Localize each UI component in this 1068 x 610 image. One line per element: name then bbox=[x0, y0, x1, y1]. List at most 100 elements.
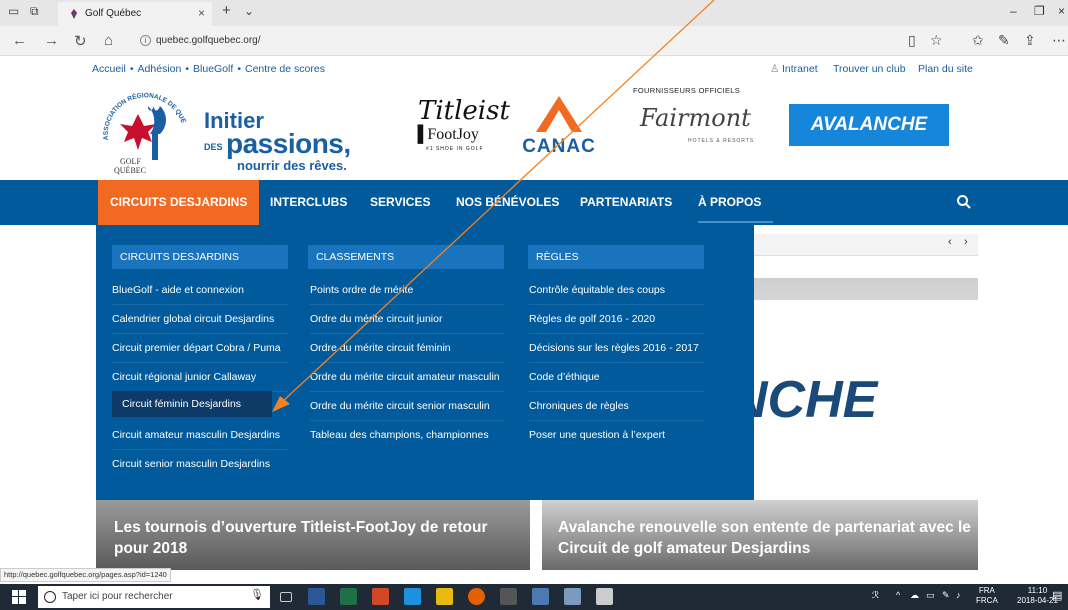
tagline-des: DES bbox=[204, 142, 223, 152]
menu-item[interactable]: Circuit premier départ Cobra / Puma bbox=[112, 334, 288, 363]
calculator-icon[interactable] bbox=[596, 588, 613, 605]
tab-actions-icon[interactable]: ▭ bbox=[8, 4, 19, 18]
excel-icon[interactable] bbox=[340, 588, 357, 605]
menu-heading-circuits[interactable]: CIRCUITS DESJARDINS bbox=[112, 245, 288, 269]
back-icon[interactable]: ← bbox=[12, 32, 27, 49]
volume-icon[interactable]: ♪ bbox=[956, 590, 961, 600]
top-link-centre-scores[interactable]: Centre de scores bbox=[245, 63, 325, 75]
task-view-icon[interactable] bbox=[280, 592, 292, 602]
nav-partenariats[interactable]: PARTENARIATS bbox=[580, 180, 672, 225]
menu-item[interactable]: Règles de golf 2016 - 2020 bbox=[529, 305, 704, 334]
nav-underline bbox=[698, 221, 773, 223]
sponsor-fairmont[interactable]: Fairmont bbox=[640, 104, 751, 132]
svg-text:GOLF: GOLF bbox=[120, 157, 141, 166]
nav-circuits-desjardins[interactable]: CIRCUITS DESJARDINS bbox=[98, 180, 260, 225]
taskbar-search-placeholder: Taper ici pour rechercher bbox=[62, 591, 173, 602]
menu-item[interactable]: Poser une question à l’expert bbox=[529, 421, 704, 450]
svg-text:QUÉBEC: QUÉBEC bbox=[114, 165, 146, 175]
action-center-icon[interactable]: ▤ bbox=[1052, 589, 1062, 602]
golf-quebec-logo[interactable]: ASSOCIATION RÉGIONALE DE QUÉBEC GOLF QUÉ… bbox=[96, 79, 192, 176]
word-icon[interactable] bbox=[308, 588, 325, 605]
menu-heading-regles[interactable]: RÈGLES bbox=[528, 245, 704, 269]
sponsor-footjoy[interactable]: ▐ FootJoy bbox=[412, 126, 479, 144]
link-plan-site[interactable]: Plan du site bbox=[918, 63, 973, 75]
tab-list-chevron-icon[interactable]: ⌄ bbox=[244, 4, 254, 18]
sponsor-canac[interactable]: CANAC bbox=[512, 94, 606, 156]
windows-start-icon[interactable] bbox=[12, 590, 26, 604]
menu-heading-classements[interactable]: CLASSEMENTS bbox=[308, 245, 504, 269]
nav-a-propos[interactable]: À PROPOS bbox=[698, 180, 761, 225]
menu-item[interactable]: Décisions sur les règles 2016 - 2017 bbox=[529, 334, 704, 363]
tab-title: Golf Québec bbox=[85, 8, 142, 19]
url-text: quebec.golfquebec.org/ bbox=[156, 35, 261, 46]
footjoy-text: FootJoy bbox=[427, 126, 479, 143]
file-explorer-icon[interactable] bbox=[436, 588, 453, 605]
new-tab-icon[interactable]: + bbox=[222, 2, 231, 19]
menu-item[interactable]: Contrôle équitable des coups bbox=[529, 276, 704, 305]
favorite-star-icon[interactable]: ☆ bbox=[930, 32, 943, 49]
favorites-hub-icon[interactable]: ✩ bbox=[972, 32, 984, 49]
top-link-adhesion[interactable]: Adhésion bbox=[138, 63, 182, 75]
firefox-icon[interactable] bbox=[468, 588, 485, 605]
menu-item[interactable]: Circuit régional junior Callaway bbox=[112, 363, 288, 392]
close-window-icon[interactable]: × bbox=[1058, 4, 1065, 18]
home-icon[interactable]: ⌂ bbox=[104, 32, 113, 49]
app-icon[interactable] bbox=[532, 588, 549, 605]
edge-icon[interactable] bbox=[404, 588, 421, 605]
app-icon-2[interactable] bbox=[564, 588, 581, 605]
share-icon[interactable]: ⇪ bbox=[1024, 32, 1036, 49]
forward-icon[interactable]: → bbox=[44, 32, 59, 49]
link-intranet[interactable]: Intranet bbox=[782, 63, 818, 75]
restore-icon[interactable]: ❐ bbox=[1034, 4, 1045, 18]
url-field[interactable]: i quebec.golfquebec.org/ bbox=[138, 32, 898, 50]
powerpoint-icon[interactable] bbox=[372, 588, 389, 605]
pen-icon[interactable]: ✎ bbox=[942, 590, 950, 601]
link-trouver-club[interactable]: Trouver un club bbox=[833, 63, 906, 75]
carousel-bar bbox=[754, 234, 978, 256]
menu-item[interactable]: Circuit amateur masculin Desjardins bbox=[112, 421, 288, 450]
nav-interclubs[interactable]: INTERCLUBS bbox=[270, 180, 347, 225]
people-icon[interactable]: ℛ bbox=[872, 590, 879, 601]
news-title-2[interactable]: Avalanche renouvelle son entente de part… bbox=[558, 517, 973, 559]
taskbar-search-input[interactable]: Taper ici pour rechercher bbox=[38, 586, 270, 608]
sponsor-titleist[interactable]: Titleist bbox=[418, 96, 510, 126]
sponsor-avalanche[interactable]: AVALANCHE bbox=[789, 104, 949, 146]
menu-item[interactable]: Code d’éthique bbox=[529, 363, 704, 392]
menu-item[interactable]: BlueGolf - aide et connexion bbox=[112, 276, 288, 305]
menu-item[interactable]: Calendrier global circuit Desjardins bbox=[112, 305, 288, 334]
browser-tab[interactable]: Golf Québec × bbox=[58, 2, 212, 26]
menu-item[interactable]: Circuit senior masculin Desjardins bbox=[112, 450, 288, 479]
tab-close-icon[interactable]: × bbox=[198, 6, 205, 20]
tray-chevron-icon[interactable]: ^ bbox=[896, 590, 900, 600]
carousel-next-icon[interactable]: › bbox=[964, 236, 968, 248]
carousel-prev-icon[interactable]: ‹ bbox=[948, 236, 952, 248]
tab-preview-icon[interactable]: ⧉ bbox=[30, 4, 39, 19]
top-link-accueil[interactable]: Accueil bbox=[92, 63, 126, 75]
menu-item[interactable]: Tableau des champions, championnes bbox=[310, 421, 504, 450]
menu-item[interactable]: Ordre du mérite circuit junior bbox=[310, 305, 504, 334]
nav-nos-benevoles[interactable]: NOS BÉNÉVOLES bbox=[456, 180, 559, 225]
search-icon[interactable] bbox=[956, 194, 972, 210]
refresh-icon[interactable]: ↻ bbox=[74, 32, 87, 50]
reading-view-icon[interactable]: ▯ bbox=[908, 32, 916, 49]
menu-item[interactable]: Ordre du mérite circuit senior masculin bbox=[310, 392, 504, 421]
network-icon[interactable]: ▭ bbox=[926, 590, 935, 601]
news-title-1[interactable]: Les tournois d’ouverture Titleist-FootJo… bbox=[114, 517, 524, 559]
language-indicator[interactable]: FRA FRCA bbox=[976, 586, 998, 606]
menu-item[interactable]: Ordre du mérite circuit féminin bbox=[310, 334, 504, 363]
mail-icon[interactable] bbox=[500, 588, 517, 605]
menu-item[interactable]: Ordre du mérite circuit amateur masculin bbox=[310, 363, 504, 392]
microphone-icon[interactable]: 🎙 bbox=[250, 588, 267, 605]
menu-item-highlighted[interactable]: Circuit féminin Desjardins bbox=[112, 391, 272, 417]
browser-titlebar: ▭ ⧉ Golf Québec × + ⌄ – ❐ × bbox=[0, 0, 1068, 26]
menu-item[interactable]: Chroniques de règles bbox=[529, 392, 704, 421]
top-link-bluegolf[interactable]: BlueGolf bbox=[193, 63, 233, 75]
more-icon[interactable]: ⋯ bbox=[1052, 32, 1066, 49]
site-info-icon[interactable]: i bbox=[140, 35, 151, 46]
minimize-icon[interactable]: – bbox=[1010, 4, 1017, 18]
onedrive-icon[interactable]: ☁ bbox=[910, 590, 919, 601]
menu-item[interactable]: Points ordre de mérite bbox=[310, 276, 504, 305]
web-note-icon[interactable]: ✎ bbox=[998, 32, 1010, 49]
main-nav: CIRCUITS DESJARDINS INTERCLUBS SERVICES … bbox=[0, 180, 1068, 225]
nav-services[interactable]: SERVICES bbox=[370, 180, 430, 225]
